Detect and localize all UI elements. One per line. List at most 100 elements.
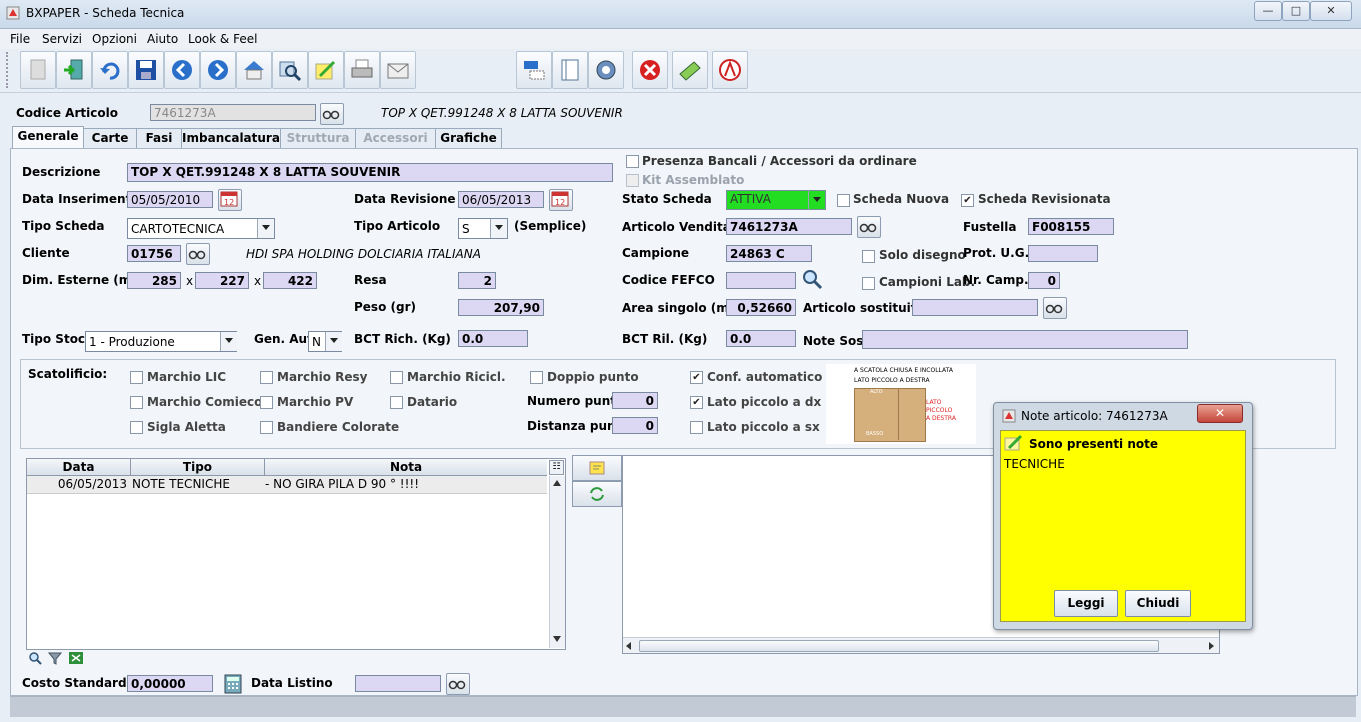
chiudi-button[interactable]: Chiudi bbox=[1125, 590, 1191, 617]
fefco-search-button[interactable] bbox=[801, 268, 825, 290]
add-note-button[interactable] bbox=[572, 455, 622, 481]
scroll-left-icon[interactable] bbox=[626, 642, 631, 650]
art-vendita-lookup-button[interactable] bbox=[857, 216, 881, 238]
pdf-button[interactable] bbox=[712, 51, 748, 89]
tipo-scheda-select[interactable]: CARTOTECNICA bbox=[127, 218, 275, 239]
scroll-thumb[interactable] bbox=[639, 640, 1159, 652]
data-ins-field[interactable]: 05/05/2010 bbox=[127, 191, 213, 208]
campioni-lab-checkbox[interactable] bbox=[862, 277, 875, 290]
cliente-field[interactable]: 01756 bbox=[127, 245, 181, 262]
prot-ug-field[interactable] bbox=[1028, 245, 1098, 262]
tipo-stoc-dropdown-arrow[interactable] bbox=[220, 332, 237, 351]
conf-automatico-checkbox[interactable]: ✔ bbox=[690, 371, 703, 384]
cancel-button[interactable] bbox=[632, 51, 668, 89]
edit-button[interactable] bbox=[308, 51, 344, 89]
note-horizontal-scrollbar[interactable] bbox=[623, 637, 1219, 653]
distanza-punti-field[interactable]: 0 bbox=[612, 417, 658, 434]
dim-height-field[interactable]: 422 bbox=[263, 272, 317, 289]
confirm-button[interactable] bbox=[672, 51, 708, 89]
data-ins-calendar-button[interactable]: 12 bbox=[218, 189, 242, 211]
popup-close-button[interactable]: ✕ bbox=[1197, 404, 1243, 423]
marchio-comieco-checkbox[interactable] bbox=[130, 396, 143, 409]
tab-imbancalatura[interactable]: Imbancalatura bbox=[181, 128, 281, 148]
table-excel-button[interactable] bbox=[68, 651, 84, 665]
codice-lookup-button[interactable] bbox=[320, 103, 344, 125]
minimize-button[interactable]: — bbox=[1254, 1, 1282, 21]
data-listino-field[interactable] bbox=[355, 675, 441, 692]
area-field[interactable]: 0,52660 bbox=[726, 299, 796, 316]
marchio-resy-checkbox[interactable] bbox=[260, 371, 273, 384]
tab-generale[interactable]: Generale bbox=[12, 126, 84, 149]
close-window-button[interactable]: ✕ bbox=[1310, 1, 1352, 21]
col-data-header[interactable]: Data bbox=[27, 459, 131, 475]
tab-grafiche[interactable]: Grafiche bbox=[435, 128, 502, 148]
home-button[interactable] bbox=[236, 51, 272, 89]
kit-checkbox[interactable] bbox=[626, 174, 639, 187]
sigla-aletta-checkbox[interactable] bbox=[130, 421, 143, 434]
dim-length-field[interactable]: 285 bbox=[127, 272, 181, 289]
layout-button[interactable] bbox=[516, 51, 552, 89]
costo-field[interactable]: 0,00000 bbox=[127, 675, 213, 692]
fefco-field[interactable] bbox=[726, 272, 796, 289]
doppio-punto-checkbox[interactable] bbox=[530, 371, 543, 384]
resa-field[interactable]: 2 bbox=[458, 272, 496, 289]
dim-width-field[interactable]: 227 bbox=[195, 272, 249, 289]
solo-disegno-checkbox[interactable] bbox=[862, 250, 875, 263]
document-button[interactable] bbox=[552, 51, 588, 89]
table-search-button[interactable] bbox=[28, 651, 42, 665]
marchio-pv-checkbox[interactable] bbox=[260, 396, 273, 409]
nr-camp-field[interactable]: 0 bbox=[1028, 272, 1060, 289]
settings-button[interactable] bbox=[588, 51, 624, 89]
data-rev-calendar-button[interactable]: 12 bbox=[549, 189, 573, 211]
menu-look-feel[interactable]: Look & Feel bbox=[188, 32, 257, 46]
leggi-button[interactable]: Leggi bbox=[1054, 590, 1118, 617]
marchio-ricicl-checkbox[interactable] bbox=[390, 371, 403, 384]
scheda-nuova-checkbox[interactable] bbox=[837, 194, 850, 207]
print-button[interactable] bbox=[344, 51, 380, 89]
back-button[interactable] bbox=[164, 51, 200, 89]
menu-servizi[interactable]: Servizi bbox=[42, 32, 82, 46]
scheda-revisionata-checkbox[interactable]: ✔ bbox=[961, 194, 974, 207]
refresh-button[interactable] bbox=[572, 481, 622, 507]
art-sostituito-lookup-button[interactable] bbox=[1043, 297, 1067, 319]
fustella-field[interactable]: F008155 bbox=[1028, 218, 1114, 235]
notes-table-scrollbar[interactable] bbox=[549, 476, 565, 648]
art-sostituito-field[interactable] bbox=[912, 299, 1038, 316]
cliente-lookup-button[interactable] bbox=[186, 243, 210, 265]
tab-struttura[interactable]: Struttura bbox=[280, 128, 356, 148]
art-vendita-field[interactable]: 7461273A bbox=[726, 218, 852, 235]
scroll-down-icon[interactable] bbox=[553, 636, 561, 642]
data-listino-lookup-button[interactable] bbox=[446, 673, 470, 695]
bct-rich-field[interactable]: 0.0 bbox=[458, 330, 528, 347]
peso-field[interactable]: 207,90 bbox=[458, 299, 544, 316]
lato-dx-checkbox[interactable]: ✔ bbox=[690, 396, 703, 409]
tipo-articolo-dropdown-arrow[interactable] bbox=[490, 219, 507, 238]
menu-file[interactable]: File bbox=[10, 32, 30, 46]
stato-dropdown-arrow[interactable] bbox=[808, 191, 825, 209]
marchio-lic-checkbox[interactable] bbox=[130, 371, 143, 384]
data-rev-field[interactable]: 06/05/2013 bbox=[458, 191, 544, 208]
tab-accessori[interactable]: Accessori bbox=[355, 128, 436, 148]
scroll-right-icon[interactable] bbox=[1209, 642, 1214, 650]
campione-field[interactable]: 24863 C bbox=[726, 245, 812, 262]
numero-punti-field[interactable]: 0 bbox=[612, 392, 658, 409]
bandiere-checkbox[interactable] bbox=[260, 421, 273, 434]
menu-aiuto[interactable]: Aiuto bbox=[147, 32, 178, 46]
codice-field[interactable]: 7461273A bbox=[150, 104, 316, 121]
tab-carte[interactable]: Carte bbox=[83, 128, 137, 148]
search-button[interactable] bbox=[272, 51, 308, 89]
tab-fasi[interactable]: Fasi bbox=[136, 128, 182, 148]
datario-checkbox[interactable] bbox=[390, 396, 403, 409]
lato-sx-checkbox[interactable] bbox=[690, 421, 703, 434]
forward-button[interactable] bbox=[200, 51, 236, 89]
calculator-button[interactable] bbox=[222, 673, 244, 695]
col-nota-header[interactable]: Nota bbox=[265, 459, 547, 475]
new-button[interactable] bbox=[20, 51, 56, 89]
maximize-button[interactable]: □ bbox=[1282, 1, 1310, 21]
presenza-checkbox[interactable] bbox=[626, 155, 639, 168]
email-button[interactable] bbox=[380, 51, 416, 89]
note-sost-field[interactable] bbox=[862, 330, 1188, 349]
table-filter-button[interactable] bbox=[47, 651, 63, 665]
table-row[interactable]: 06/05/2013 NOTE TECNICHE - NO GIRA PILA … bbox=[27, 476, 547, 494]
exit-button[interactable] bbox=[56, 51, 92, 89]
